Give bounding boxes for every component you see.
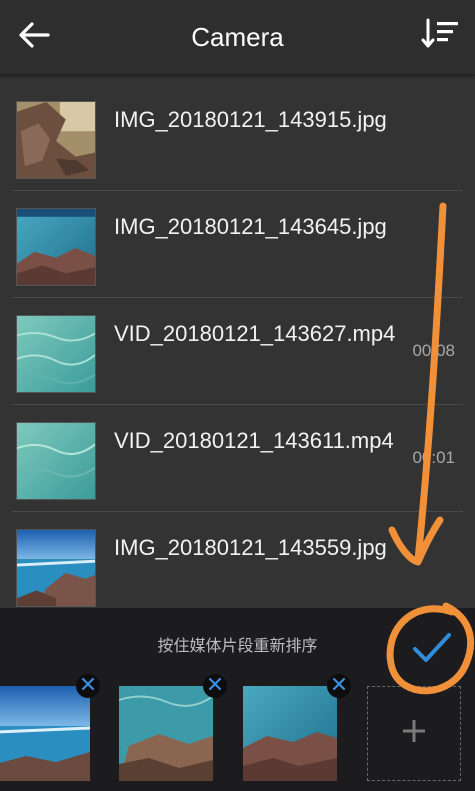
- file-thumbnail: [16, 529, 96, 607]
- clip-thumbnail: [119, 686, 213, 781]
- checkmark-icon: [412, 631, 452, 670]
- list-item[interactable]: IMG_20180121_143645.jpg: [0, 191, 475, 298]
- remove-clip-button[interactable]: [203, 674, 227, 698]
- sort-icon: [420, 17, 460, 56]
- file-name: IMG_20180121_143645.jpg: [114, 214, 387, 239]
- file-name: VID_20180121_143627.mp4: [114, 321, 396, 346]
- file-name: IMG_20180121_143915.jpg: [114, 107, 387, 132]
- file-thumbnail: [16, 422, 96, 500]
- add-clip-slot[interactable]: [367, 686, 461, 781]
- remove-clip-button[interactable]: [76, 674, 100, 698]
- selected-clip[interactable]: [119, 674, 227, 781]
- list-item[interactable]: IMG_20180121_143915.jpg: [0, 84, 475, 191]
- file-duration: 00:01: [412, 448, 455, 467]
- close-icon: [81, 677, 95, 696]
- clip-thumbnail: [0, 686, 90, 781]
- close-icon: [332, 677, 346, 696]
- file-name: VID_20180121_143611.mp4: [114, 428, 394, 453]
- list-item[interactable]: IMG_20180121_143559.jpg: [0, 512, 475, 608]
- selected-clip[interactable]: [243, 674, 351, 781]
- file-name: IMG_20180121_143559.jpg: [114, 535, 387, 560]
- page-title: Camera: [191, 22, 284, 52]
- plus-icon: [400, 717, 428, 750]
- app-header: Camera: [0, 0, 475, 74]
- file-duration: 00:08: [412, 341, 455, 360]
- file-thumbnail: [16, 101, 96, 179]
- file-thumbnail: [16, 208, 96, 286]
- remove-clip-button[interactable]: [327, 674, 351, 698]
- file-thumbnail: [16, 315, 96, 393]
- sort-button[interactable]: [417, 16, 463, 56]
- clip-thumbnail: [243, 686, 337, 781]
- file-list[interactable]: IMG_20180121_143915.jpg IMG_20180121_143…: [0, 74, 475, 608]
- confirm-button[interactable]: [400, 620, 464, 680]
- list-item[interactable]: VID_20180121_143611.mp4 00:01: [0, 405, 475, 512]
- selected-clip[interactable]: [0, 674, 100, 781]
- close-icon: [208, 677, 222, 696]
- selection-panel: 按住媒体片段重新排序: [0, 608, 475, 791]
- list-item[interactable]: VID_20180121_143627.mp4 00:08: [0, 298, 475, 405]
